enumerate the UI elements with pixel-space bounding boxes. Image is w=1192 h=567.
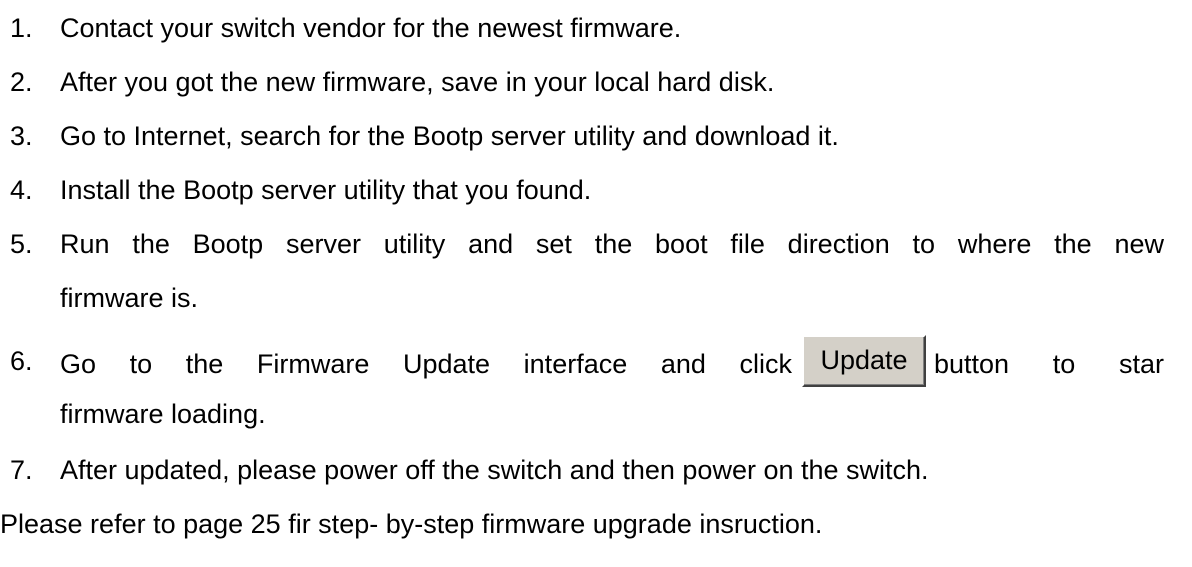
step-text: Contact your switch vendor for the newes…: [60, 13, 682, 43]
step-number: 2.: [10, 67, 33, 97]
step-text: After updated, please power off the swit…: [60, 455, 929, 485]
step-number: 1.: [10, 13, 33, 43]
step-number: 6.: [10, 346, 33, 376]
step-text-row: Go to the Firmware Update interface and …: [60, 335, 1164, 390]
step-number: 4.: [10, 175, 33, 205]
step-text: Go to Internet, search for the Bootp ser…: [60, 121, 839, 151]
document-page: 1. Contact your switch vendor for the ne…: [0, 0, 1192, 567]
step-number: 3.: [10, 121, 33, 151]
step-text: firmware is.: [60, 283, 199, 313]
step-text: Install the Bootp server utility that yo…: [60, 175, 592, 205]
step-number: 5.: [10, 229, 33, 259]
step-text: After you got the new firmware, save in …: [60, 67, 775, 97]
step-number: 7.: [10, 455, 33, 485]
update-button[interactable]: Update: [802, 335, 926, 387]
step-text: Run the Bootp server utility and set the…: [60, 229, 1164, 259]
step-text: Go to the Firmware Update interface and …: [60, 349, 792, 379]
step-text: firmware loading.: [60, 399, 266, 429]
step-text: button to star: [934, 349, 1164, 379]
reference-note: Please refer to page 25 fir step- by-ste…: [0, 509, 823, 539]
